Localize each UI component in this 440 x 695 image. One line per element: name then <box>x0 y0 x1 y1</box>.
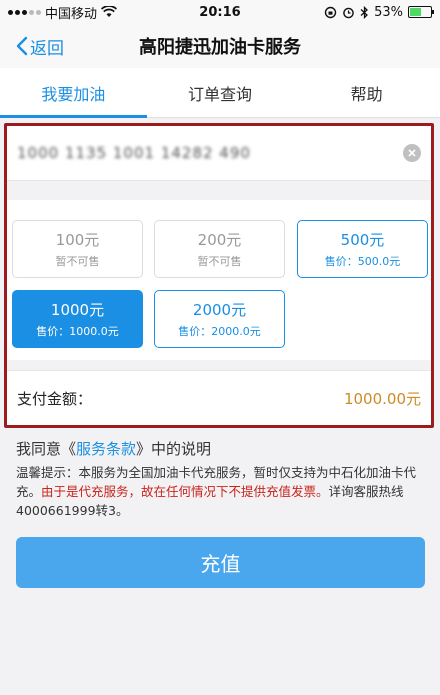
battery-icon <box>408 6 434 18</box>
signal-icon <box>8 9 41 15</box>
wifi-icon <box>101 6 118 17</box>
tab-order-query[interactable]: 订单查询 <box>147 68 294 117</box>
chevron-left-icon <box>16 36 28 56</box>
tab-refuel[interactable]: 我要加油 <box>0 68 147 118</box>
tab-help[interactable]: 帮助 <box>293 68 440 117</box>
page-title: 高阳捷迅加油卡服务 <box>139 37 301 58</box>
battery-percent: 53% <box>374 4 403 20</box>
annotation-highlight-box <box>4 123 434 428</box>
back-button[interactable]: 返回 <box>16 24 64 68</box>
status-left: 中国移动 <box>8 3 118 22</box>
agreement-suffix: 》中的说明 <box>136 440 212 458</box>
lock-rotation-icon <box>324 6 337 18</box>
agreement-prefix: 我同意《 <box>16 440 77 458</box>
status-right: 53% <box>324 4 434 20</box>
nav-bar: 返回 高阳捷迅加油卡服务 <box>0 24 440 68</box>
status-bar: 中国移动 20:16 53% <box>0 0 440 24</box>
terms-link[interactable]: 服务条款 <box>76 440 136 458</box>
recharge-button[interactable]: 充值 <box>16 537 425 588</box>
back-label: 返回 <box>30 38 64 59</box>
alarm-icon <box>343 7 354 18</box>
notice-text: 温馨提示：本服务为全国加油卡代充服务，暂时仅支持为中石化加油卡代充。由于是代充服… <box>16 463 428 520</box>
bluetooth-icon <box>360 5 369 19</box>
agreement-text: 我同意《服务条款》中的说明 <box>16 438 211 459</box>
tab-bar: 我要加油 订单查询 帮助 <box>0 68 440 118</box>
carrier-label: 中国移动 <box>45 6 98 22</box>
notice-warning: 由于是代充服务，故在任何情况下不提供充值发票。 <box>41 484 329 499</box>
